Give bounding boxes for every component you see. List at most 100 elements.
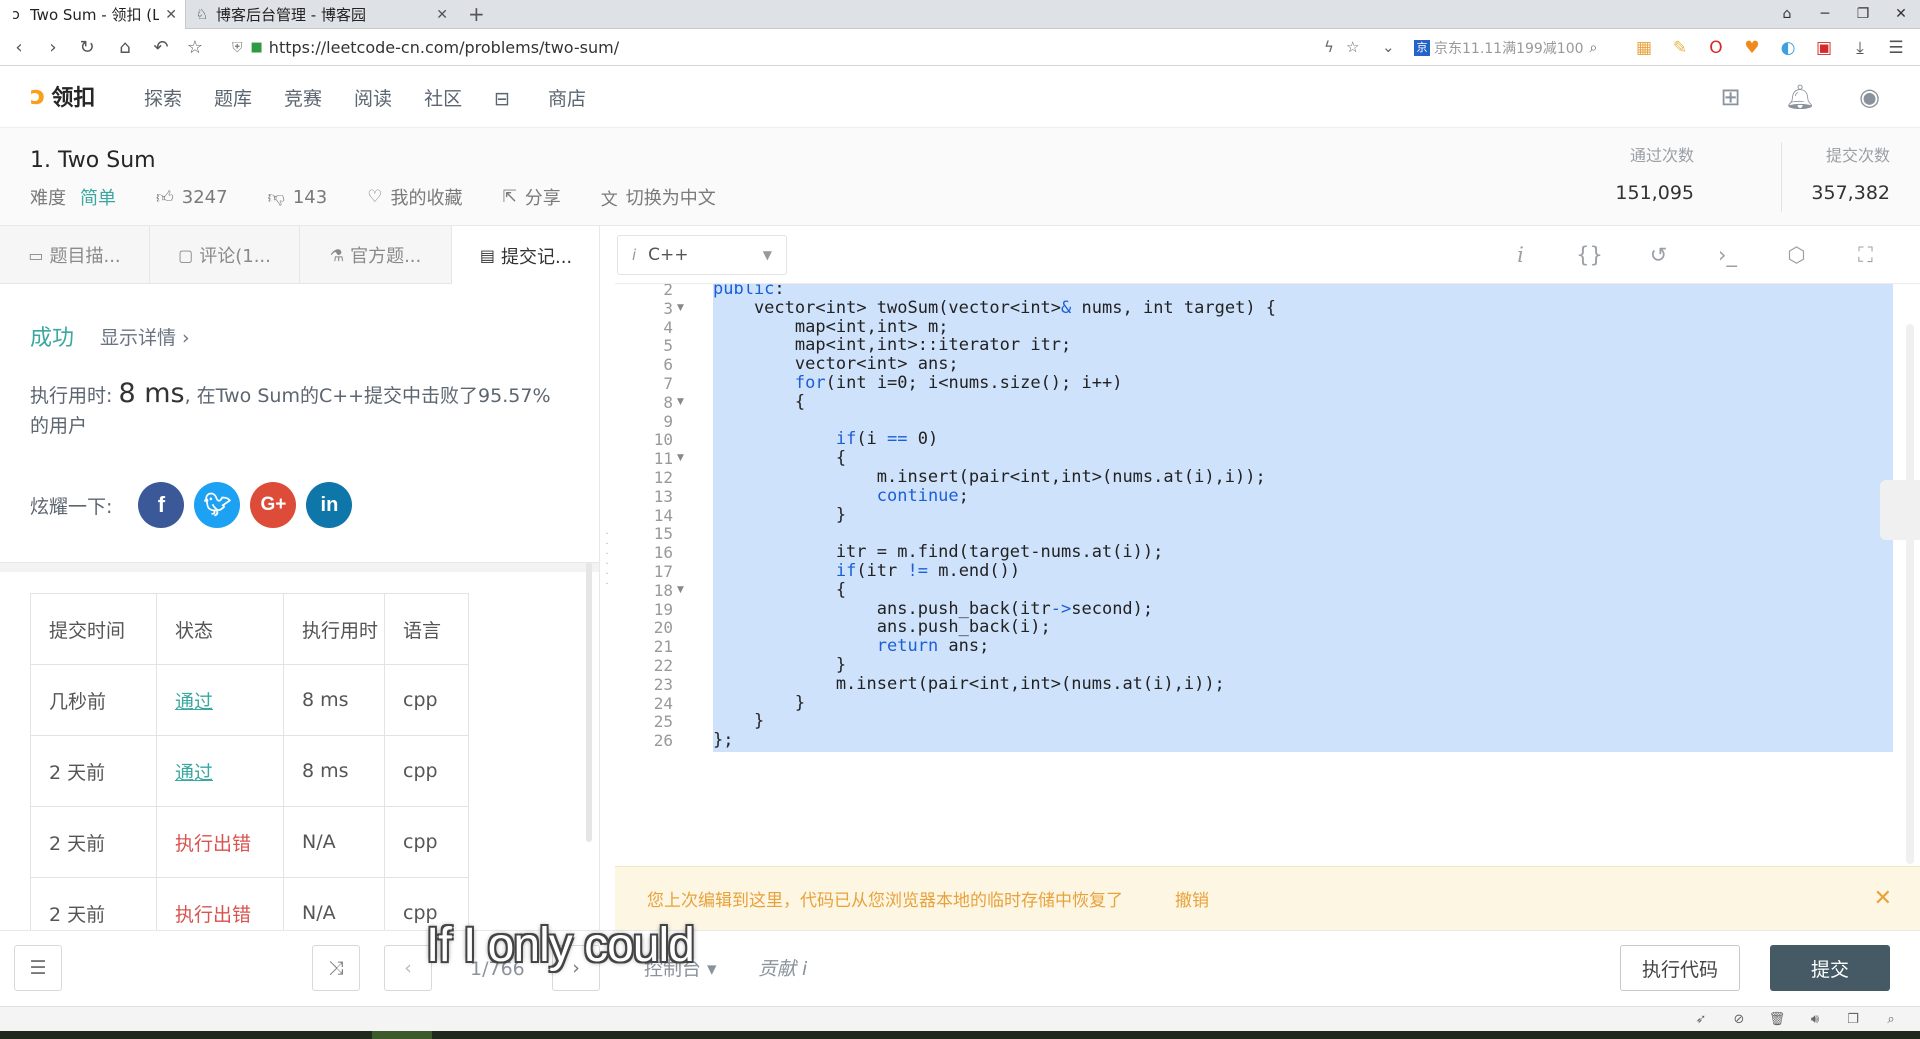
favorite-button[interactable]: ♡ 我的收藏 <box>367 184 462 210</box>
reload-icon[interactable]: ↻ <box>72 29 102 66</box>
settings-icon[interactable]: ⬡ <box>1762 243 1831 267</box>
code-line[interactable]: { <box>713 391 805 414</box>
nav-item-community[interactable]: 社区 <box>424 84 462 111</box>
code-selection[interactable]: public: vector<int> twoSum(vector<int>& … <box>713 284 1893 752</box>
editor-scrollbar[interactable] <box>1906 324 1914 864</box>
code-editor[interactable]: 2 3 ▼ 4 5 6 7 8 ▼ 9 10 11 ▼ 12 13 14 15 16 17 18 ▼ 19 20 21 22 23… <box>615 284 1920 866</box>
language-select[interactable]: i C++ ▼ <box>617 235 787 275</box>
twitter-icon[interactable]: 🐦︎ <box>194 482 241 528</box>
shirt-icon[interactable]: ⌂ <box>1768 0 1806 29</box>
info-icon[interactable]: i <box>1486 243 1555 267</box>
window-icon[interactable]: ❐ <box>1834 1012 1872 1027</box>
status-link[interactable]: 执行出错 <box>175 904 251 926</box>
submit-time: 2 天前 <box>30 806 157 878</box>
taskbar-item[interactable] <box>372 1031 432 1039</box>
braces-icon[interactable]: {} <box>1555 243 1624 267</box>
lightning-icon[interactable]: ϟ <box>1324 29 1334 66</box>
red-ext-icon[interactable]: ▣ <box>1806 38 1842 58</box>
chevron-down-icon[interactable]: ⌄ <box>1382 29 1395 66</box>
cnblogs-logo-icon: ♘ <box>195 6 209 23</box>
contribute-link[interactable]: 贡献 i <box>758 931 807 1007</box>
side-panel-toggle[interactable] <box>1880 480 1920 540</box>
playground-icon[interactable]: ⊞ <box>1720 83 1740 111</box>
code-line[interactable]: }; <box>713 729 733 752</box>
zoom-icon[interactable]: ⌕ <box>1872 1012 1910 1027</box>
translate-ext-icon[interactable]: ◐ <box>1770 38 1806 58</box>
reset-icon[interactable]: ↺ <box>1624 243 1693 267</box>
volume-icon[interactable]: 🔊︎ <box>1796 1012 1834 1027</box>
switch-language-button[interactable]: 文切换为中文 <box>601 184 716 210</box>
nav-item-read[interactable]: 阅读 <box>354 84 392 111</box>
site-logo[interactable]: ↄ 领扣 <box>30 80 95 112</box>
bell-icon[interactable]: 🔔︎ <box>1785 83 1815 111</box>
apps-grid-icon[interactable]: ▦ <box>1626 38 1662 58</box>
browser-tab-cnblogs[interactable]: ♘ 博客后台管理 - 博客园 ✕ <box>186 0 456 29</box>
prev-button[interactable]: ‹ <box>384 945 432 991</box>
tab-comments[interactable]: ▢ 评论(1... <box>150 226 300 284</box>
panel-resize-handle[interactable]: · · · · · · <box>604 530 610 600</box>
block-icon[interactable]: ⊘ <box>1720 1012 1758 1027</box>
linkedin-icon[interactable]: in <box>306 482 353 528</box>
close-tab-icon[interactable]: ✕ <box>165 7 177 23</box>
tab-submissions[interactable]: ▤ 提交记... <box>452 226 599 285</box>
shield-ext-icon[interactable]: ♥ <box>1734 38 1770 58</box>
tab-description[interactable]: ▭ 题目描... <box>0 226 150 284</box>
close-tab-icon[interactable]: ✕ <box>436 7 448 23</box>
minimize-icon[interactable]: ─ <box>1806 0 1844 29</box>
menu-icon[interactable]: ☰ <box>1878 38 1914 58</box>
trash-icon[interactable]: 🗑︎ <box>1758 1012 1796 1027</box>
close-window-icon[interactable]: ✕ <box>1882 0 1920 29</box>
fold-arrow-icon[interactable]: ▼ <box>677 447 691 470</box>
code-line[interactable]: } <box>713 504 846 527</box>
forward-icon[interactable]: › <box>38 29 68 66</box>
table-header-row: 提交时间 状态 执行用时 语言 <box>30 593 469 665</box>
status-link[interactable]: 通过 <box>175 762 213 784</box>
google-plus-icon[interactable]: G+ <box>250 482 297 528</box>
like-button[interactable]: 👍︎ 3247 <box>156 187 228 208</box>
random-button[interactable]: ⤨ <box>312 945 360 991</box>
status-link[interactable]: 通过 <box>175 691 213 713</box>
facebook-icon[interactable]: f <box>138 482 185 528</box>
favorite-label: 我的收藏 <box>390 188 463 209</box>
search-box[interactable]: 京 京东11.11满199减100 ⌕ <box>1414 35 1614 60</box>
close-icon[interactable]: ✕ <box>1874 886 1892 911</box>
back-icon[interactable]: ‹ <box>4 29 34 66</box>
language: cpp <box>384 806 469 878</box>
fold-arrow-icon[interactable]: ▼ <box>677 579 691 602</box>
fullscreen-icon[interactable]: ⛶ <box>1831 243 1900 268</box>
search-icon[interactable]: ⌕ <box>1590 40 1598 56</box>
undo-link[interactable]: 撤销 <box>1175 886 1209 911</box>
language: cpp <box>384 735 469 807</box>
problem-list-button[interactable]: ☰ <box>14 945 62 991</box>
restore-icon[interactable]: ❐ <box>1844 0 1882 29</box>
nav-item-store[interactable]: ⊟ 商店 <box>494 84 618 111</box>
tab-solution[interactable]: ⚗ 官方题... <box>300 226 452 284</box>
status-link[interactable]: 执行出错 <box>175 833 251 855</box>
nav-item-explore[interactable]: 探索 <box>144 84 182 111</box>
browser-tab-leetcode[interactable]: ↄ Two Sum - 领扣 (LeetCo ✕ <box>0 0 186 29</box>
nav-item-contest[interactable]: 竞赛 <box>284 84 322 111</box>
os-taskbar <box>0 1031 1920 1039</box>
star-icon[interactable]: ☆ <box>1346 29 1359 66</box>
home-icon[interactable]: ⌂ <box>110 29 140 66</box>
show-details-link[interactable]: 显示详情 › <box>100 323 190 350</box>
avatar-icon[interactable]: ◉ <box>1859 83 1880 111</box>
folder-icon[interactable]: ✎ <box>1662 38 1698 58</box>
url-field[interactable]: ⛨ ■ https://leetcode-cn.com/problems/two… <box>232 35 1372 60</box>
undo-close-icon[interactable]: ↶ <box>146 29 176 66</box>
share-button[interactable]: ⇱ 分享 <box>502 184 560 210</box>
new-tab-icon[interactable]: + <box>468 0 485 29</box>
problem-header: 1. Two Sum 难度 简单 👍︎ 3247 👎︎ 143 ♡ 我的收藏 ⇱ 分享 … <box>0 128 1920 226</box>
submit-button[interactable]: 提交 <box>1770 945 1890 991</box>
left-scrollbar[interactable] <box>586 562 592 842</box>
rocket-icon[interactable]: ➶ <box>1682 1012 1720 1027</box>
download-icon[interactable]: ⤓ <box>1842 38 1878 58</box>
opera-icon[interactable]: O <box>1698 38 1734 58</box>
fold-arrow-icon[interactable]: ▼ <box>677 391 691 414</box>
run-code-button[interactable]: 执行代码 <box>1620 945 1740 991</box>
nav-item-problems[interactable]: 题库 <box>214 84 252 111</box>
bookmark-star-icon[interactable]: ☆ <box>180 29 210 66</box>
terminal-icon[interactable]: ›_ <box>1693 243 1762 267</box>
dislike-button[interactable]: 👎︎ 143 <box>268 187 328 208</box>
fold-arrow-icon[interactable]: ▼ <box>677 297 691 320</box>
